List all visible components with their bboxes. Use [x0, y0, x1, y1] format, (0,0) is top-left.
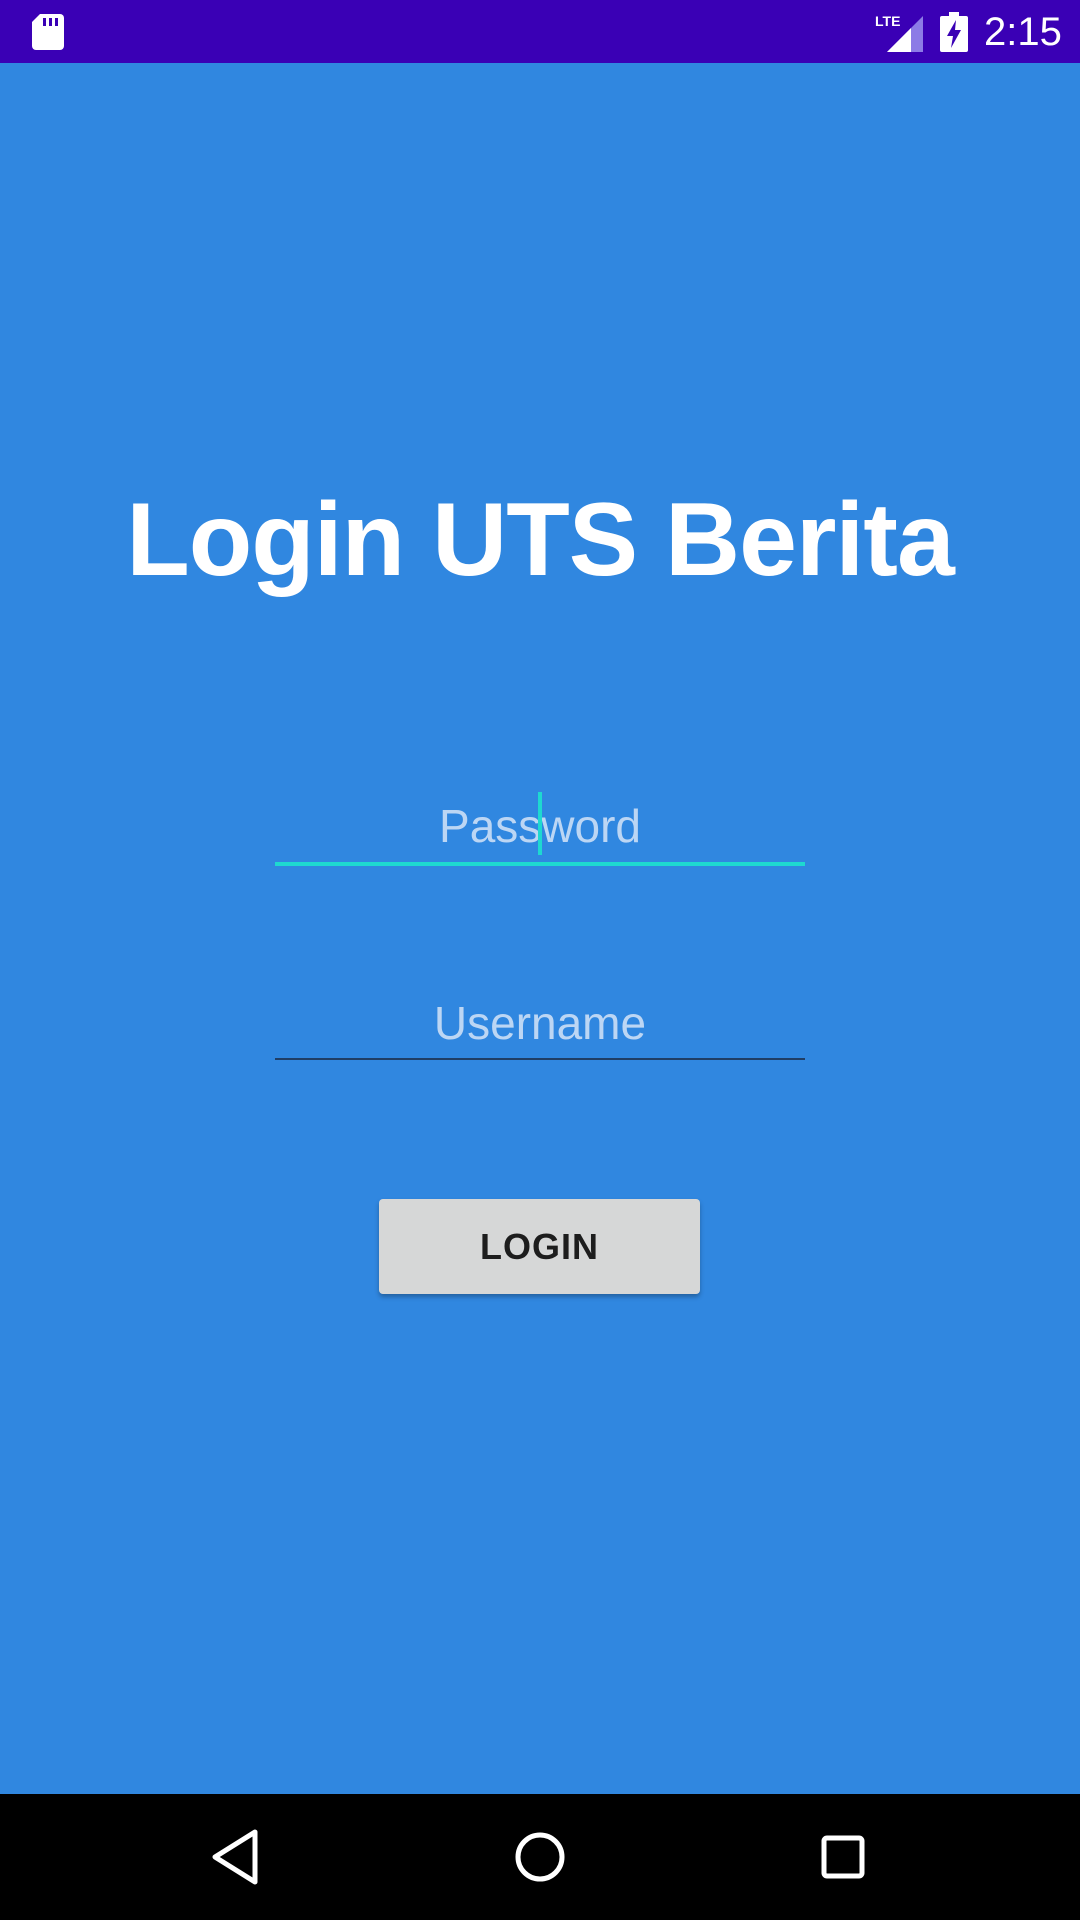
- lte-signal-icon: LTE: [875, 13, 923, 52]
- login-screen: LTE 2:15 Login UTS Berita LOGIN: [0, 0, 1080, 1920]
- home-icon[interactable]: [507, 1824, 573, 1890]
- status-time: 2:15: [984, 10, 1062, 54]
- back-icon[interactable]: [203, 1824, 269, 1890]
- navigation-bar: [0, 1794, 1080, 1920]
- login-button[interactable]: LOGIN: [379, 1199, 700, 1294]
- username-field[interactable]: [275, 988, 805, 1060]
- lte-label: LTE: [875, 13, 900, 29]
- battery-charging-icon: [940, 12, 968, 52]
- sd-card-icon: [32, 14, 64, 50]
- status-bar: LTE 2:15: [0, 0, 1080, 63]
- text-cursor: [538, 792, 542, 855]
- recents-icon[interactable]: [810, 1824, 876, 1890]
- page-title: Login UTS Berita: [126, 482, 955, 598]
